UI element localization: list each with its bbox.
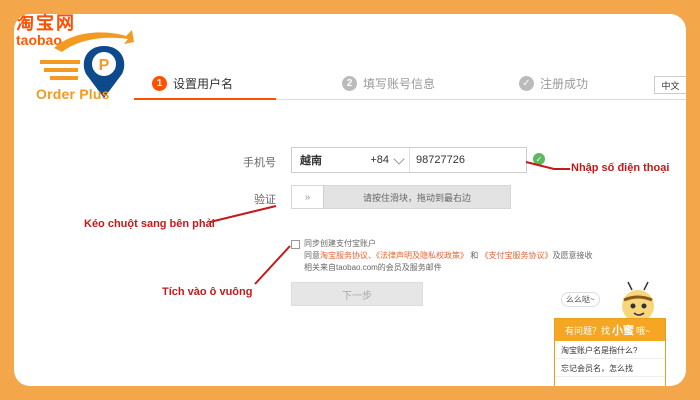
alipay-agreement-link[interactable]: 《支付宝服务协议》 [480,251,552,260]
country-select[interactable]: 越南 +84 [292,148,410,172]
brand-name: Order Plus [36,86,110,102]
step-progress: 1 设置用户名 2 填写账号信息 ✓ 注册成功 [134,69,686,100]
help-widget[interactable]: 有问题？找 小蜜 哦~ 淘宝账户名是指什么? 忘记会员名，怎么找 [554,318,666,386]
slider-captcha[interactable]: » 请按住滑块，拖动到最右边 [291,185,511,209]
phone-input-group: 越南 +84 98727726 [291,147,527,173]
success-check-icon: ✓ [533,153,545,165]
checkmark-icon: ✓ [519,76,534,91]
annotation-phone: Nhập số điện thoại [571,162,670,174]
agreement-block: 同步创建支付宝账户 同意淘宝服务协议、《法律声明及隐私权政策》 和 《支付宝服务… [291,238,641,274]
next-button[interactable]: 下一步 [291,282,423,306]
phone-input[interactable]: 98727726 [410,148,526,172]
help-question[interactable]: 忘记会员名，怎么找 [555,359,665,377]
chevron-down-icon [393,152,405,165]
agree-checkbox[interactable] [291,239,300,249]
annotation-slider: Kéo chuột sang bên phải [84,218,215,230]
help-question[interactable]: 淘宝账户名是指什么? [555,341,665,359]
annotation-checkbox: Tích vào ô vuông [162,286,253,298]
svg-text:P: P [99,57,110,74]
step-3: ✓ 注册成功 [519,75,588,92]
step-2: 2 填写账号信息 [342,75,435,92]
language-switch[interactable]: 中文 [654,76,686,94]
step-track-active [134,98,276,100]
slider-handle[interactable]: » [292,186,324,208]
verify-label: 验证 [254,194,276,206]
phone-label: 手机号 [243,157,276,169]
step-1: 1 设置用户名 [152,75,233,92]
help-header: 有问题？找 小蜜 哦~ [555,319,665,341]
mascot-bubble: 么么哒~ [561,292,600,307]
screenshot-frame: 淘宝网 taobao P Order Plus 1 设置用户名 2 填写账号信息… [14,14,686,386]
slider-hint: 请按住滑块，拖动到最右边 [362,192,471,203]
service-agreement-link[interactable]: 淘宝服务协议、《法律声明及隐私权政策》 [320,251,468,260]
